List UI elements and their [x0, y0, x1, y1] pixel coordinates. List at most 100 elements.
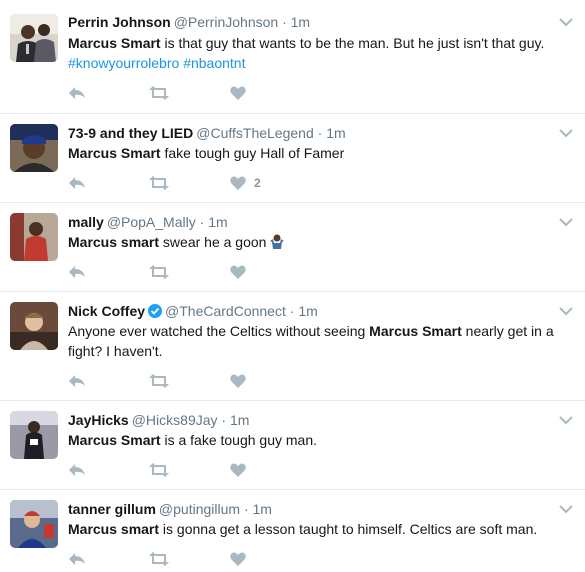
separator-dot: ·: [243, 501, 249, 517]
like-button[interactable]: [230, 83, 254, 103]
tweet-item[interactable]: mally @PopA_Mally · 1m Marcus smart swear…: [0, 203, 585, 292]
tweet-actions: 2: [68, 173, 368, 193]
user-handle[interactable]: @TheCardConnect: [165, 303, 286, 319]
text-segment: is a fake tough guy man.: [160, 432, 318, 448]
tweet-header: Nick Coffey @TheCardConnect · 1m: [68, 302, 555, 322]
tweet-text: Marcus Smart is that guy that wants to b…: [68, 33, 571, 73]
reply-icon: [69, 177, 85, 189]
like-button[interactable]: [230, 549, 254, 569]
avatar[interactable]: [10, 411, 58, 459]
avatar[interactable]: [10, 124, 58, 172]
text-segment: is that guy that wants to be the man. Bu…: [160, 35, 545, 51]
reply-icon: [69, 464, 85, 476]
reply-button[interactable]: [68, 549, 86, 569]
text-segment: Marcus smart: [68, 234, 160, 250]
user-handle[interactable]: @Hicks89Jay: [132, 412, 218, 428]
retweet-button[interactable]: [149, 460, 169, 480]
user-handle[interactable]: @putingillum: [159, 501, 240, 517]
tweet-text: Marcus Smart is a fake tough guy man.: [68, 430, 571, 450]
heart-icon: [230, 176, 246, 190]
retweet-icon: [149, 552, 169, 566]
retweet-button[interactable]: [149, 83, 169, 103]
tweet-item[interactable]: JayHicks @Hicks89Jay · 1m Marcus Smart is…: [0, 401, 585, 490]
timestamp[interactable]: 1m: [326, 125, 345, 141]
separator-dot: ·: [221, 412, 227, 428]
tweet-actions: [68, 371, 368, 391]
user-name[interactable]: tanner gillum: [68, 501, 156, 517]
user-handle[interactable]: @PopA_Mally: [107, 214, 196, 230]
text-segment: is gonna get a lesson taught to himself.…: [159, 521, 538, 537]
retweet-button[interactable]: [149, 549, 169, 569]
like-button[interactable]: [230, 460, 254, 480]
tweet-feed: Perrin Johnson @PerrinJohnson · 1m Marcus…: [0, 0, 585, 572]
user-name[interactable]: 73-9 and they LIED: [68, 125, 193, 141]
like-button[interactable]: [230, 371, 254, 391]
timestamp[interactable]: 1m: [230, 412, 249, 428]
separator-dot: ·: [282, 14, 287, 30]
tweet-header: mally @PopA_Mally · 1m: [68, 213, 555, 231]
tweet-item[interactable]: 73-9 and they LIED @CuffsTheLegend · 1m M…: [0, 114, 585, 203]
tweet-actions: [68, 460, 368, 480]
like-count: 2: [254, 176, 261, 190]
chevron-down-icon[interactable]: [559, 303, 573, 316]
heart-icon: [230, 463, 246, 477]
timestamp[interactable]: 1m: [253, 501, 272, 517]
retweet-button[interactable]: [149, 262, 169, 282]
tweet-header: tanner gillum @putingillum · 1m: [68, 500, 555, 518]
hashtag-link[interactable]: #knowyourrolebro: [68, 55, 179, 71]
user-name[interactable]: Nick Coffey: [68, 303, 145, 319]
reply-button[interactable]: [68, 173, 86, 193]
tweet-header: JayHicks @Hicks89Jay · 1m: [68, 411, 555, 429]
reply-button[interactable]: [68, 371, 86, 391]
timestamp[interactable]: 1m: [298, 303, 317, 319]
reply-icon: [69, 266, 85, 278]
avatar[interactable]: [10, 213, 58, 261]
avatar[interactable]: [10, 500, 58, 548]
retweet-button[interactable]: [149, 371, 169, 391]
heart-icon: [230, 265, 246, 279]
heart-icon: [230, 374, 246, 388]
user-name[interactable]: mally: [68, 214, 104, 230]
timestamp[interactable]: 1m: [208, 214, 227, 230]
timestamp[interactable]: 1m: [291, 14, 310, 30]
reply-button[interactable]: [68, 460, 86, 480]
tweet-text: Anyone ever watched the Celtics without …: [68, 321, 571, 361]
text-segment: Marcus smart: [68, 521, 160, 537]
chevron-down-icon[interactable]: [559, 14, 573, 27]
chevron-down-icon[interactable]: [559, 501, 573, 514]
chevron-down-icon[interactable]: [559, 214, 573, 227]
tweet-item[interactable]: Nick Coffey @TheCardConnect · 1m Anyone e…: [0, 292, 585, 401]
verified-badge-icon: [148, 304, 163, 322]
heart-icon: [230, 86, 246, 100]
tweet-item[interactable]: tanner gillum @putingillum · 1m Marcus sm…: [0, 490, 585, 572]
user-handle[interactable]: @CuffsTheLegend: [196, 125, 313, 141]
tweet-item[interactable]: Perrin Johnson @PerrinJohnson · 1m Marcus…: [0, 0, 585, 114]
reply-button[interactable]: [68, 262, 86, 282]
avatar[interactable]: [10, 14, 58, 62]
like-button[interactable]: 2: [230, 173, 261, 193]
separator-dot: ·: [317, 125, 323, 141]
chevron-down-icon[interactable]: [559, 125, 573, 138]
tweet-actions: [68, 549, 368, 569]
text-segment: Marcus Smart: [68, 35, 161, 51]
hashtag-link[interactable]: #nbaontnt: [183, 55, 245, 71]
retweet-icon: [149, 265, 169, 279]
chevron-down-icon[interactable]: [559, 412, 573, 425]
retweet-icon: [149, 86, 169, 100]
retweet-icon: [149, 176, 169, 190]
separator-dot: ·: [289, 303, 295, 319]
reply-icon: [69, 87, 85, 99]
like-button[interactable]: [230, 262, 254, 282]
heart-icon: [230, 552, 246, 566]
reply-icon: [69, 375, 85, 387]
user-name[interactable]: JayHicks: [68, 412, 129, 428]
user-name[interactable]: Perrin Johnson: [68, 14, 171, 30]
tweet-header: Perrin Johnson @PerrinJohnson · 1m: [68, 13, 555, 31]
reply-button[interactable]: [68, 83, 86, 103]
avatar[interactable]: [10, 302, 58, 350]
text-segment: swear he a goon: [159, 234, 267, 250]
user-handle[interactable]: @PerrinJohnson: [174, 14, 279, 30]
text-segment: Anyone ever watched the Celtics without …: [68, 323, 370, 339]
retweet-icon: [149, 374, 169, 388]
retweet-button[interactable]: [149, 173, 169, 193]
